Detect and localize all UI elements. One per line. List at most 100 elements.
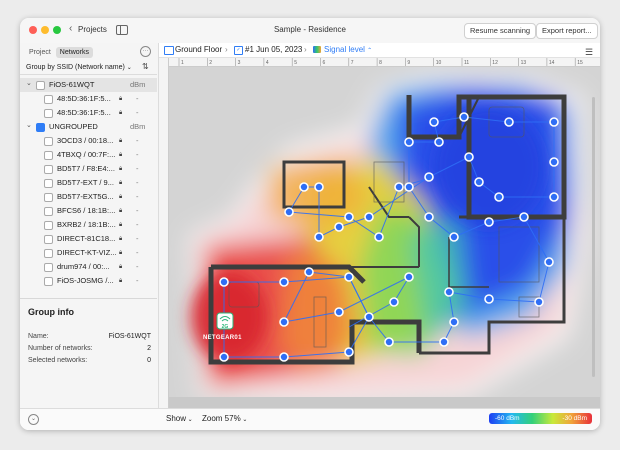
network-checkbox[interactable] bbox=[44, 179, 53, 188]
measurement-point[interactable] bbox=[344, 347, 354, 357]
network-group-row[interactable]: ⌄ UNGROUPED dBm bbox=[20, 120, 157, 134]
sort-icon[interactable]: ⇅ bbox=[142, 62, 149, 71]
measurement-point[interactable] bbox=[284, 207, 294, 217]
measurement-point[interactable] bbox=[344, 212, 354, 222]
network-row[interactable]: BXRB2 / 18:1B:... 🔒︎ - bbox=[20, 218, 157, 232]
measurement-point[interactable] bbox=[549, 192, 559, 202]
network-row[interactable]: 48:5D:36:1F:5... 🔒︎ - bbox=[20, 106, 157, 120]
measurement-point[interactable] bbox=[429, 117, 439, 127]
measurement-point[interactable] bbox=[404, 272, 414, 282]
measurement-point[interactable] bbox=[424, 212, 434, 222]
network-checkbox[interactable] bbox=[44, 95, 53, 104]
show-menu[interactable]: Show ⌄ bbox=[166, 414, 193, 423]
measurement-point[interactable] bbox=[484, 294, 494, 304]
settings-sliders-icon[interactable]: ☰ bbox=[585, 45, 593, 59]
ruler-tick-label: 1 bbox=[181, 60, 184, 66]
network-checkbox[interactable] bbox=[44, 249, 53, 258]
measurement-point[interactable] bbox=[374, 232, 384, 242]
measurement-point[interactable] bbox=[434, 137, 444, 147]
network-row[interactable]: DIRECT-81C18... 🔒︎ - bbox=[20, 232, 157, 246]
network-row[interactable]: BD5T7 / F8:E4:... 🔒︎ - bbox=[20, 162, 157, 176]
measurement-point[interactable] bbox=[384, 337, 394, 347]
lock-icon: 🔒︎ bbox=[119, 264, 123, 270]
network-checkbox[interactable] bbox=[44, 221, 53, 230]
network-checkbox[interactable] bbox=[44, 207, 53, 216]
network-checkbox[interactable] bbox=[44, 137, 53, 146]
measurement-point[interactable] bbox=[279, 277, 289, 287]
network-row[interactable]: DIRECT-KT-VIZ... 🔒︎ - bbox=[20, 246, 157, 260]
measurement-point[interactable] bbox=[449, 317, 459, 327]
export-report-button[interactable]: Export report... bbox=[536, 23, 598, 39]
resume-scanning-button[interactable]: Resume scanning bbox=[464, 23, 537, 39]
measurement-point[interactable] bbox=[314, 182, 324, 192]
measurement-point[interactable] bbox=[449, 232, 459, 242]
network-group-row[interactable]: ⌄ FiOS-61WQT dBm bbox=[20, 78, 157, 92]
scrollbar-vertical[interactable] bbox=[592, 97, 595, 377]
measurement-point[interactable] bbox=[394, 182, 404, 192]
measurement-point[interactable] bbox=[304, 267, 314, 277]
segment-project[interactable]: Project bbox=[25, 47, 55, 58]
measurement-point[interactable] bbox=[504, 117, 514, 127]
measurement-point[interactable] bbox=[404, 137, 414, 147]
measurement-point[interactable] bbox=[494, 192, 504, 202]
measurement-point[interactable] bbox=[334, 307, 344, 317]
network-row[interactable]: 48:5D:36:1F:5... 🔒︎ - bbox=[20, 92, 157, 106]
measurement-point[interactable] bbox=[364, 212, 374, 222]
measurement-point[interactable] bbox=[314, 232, 324, 242]
measurement-point[interactable] bbox=[474, 177, 484, 187]
measurement-point[interactable] bbox=[404, 182, 414, 192]
zoom-menu[interactable]: Zoom 57% ⌄ bbox=[202, 414, 247, 423]
measurement-point[interactable] bbox=[299, 182, 309, 192]
measurement-point[interactable] bbox=[484, 217, 494, 227]
measurement-point[interactable] bbox=[279, 352, 289, 362]
network-row[interactable]: drum974 / 00:... 🔒︎ - bbox=[20, 260, 157, 274]
measurement-point[interactable] bbox=[534, 297, 544, 307]
measurement-point[interactable] bbox=[519, 212, 529, 222]
disclosure-chevron-icon[interactable]: ⌄ bbox=[26, 119, 32, 133]
group-checkbox[interactable] bbox=[36, 81, 45, 90]
group-info-panel: Group info Name: FiOS-61WQT Number of ne… bbox=[20, 298, 157, 414]
survey-selector[interactable]: #1 Jun 05, 2023 bbox=[245, 43, 302, 57]
network-name: DIRECT-KT-VIZ... bbox=[57, 248, 117, 257]
segment-networks[interactable]: Networks bbox=[55, 47, 93, 58]
network-checkbox[interactable] bbox=[44, 193, 53, 202]
measurement-point[interactable] bbox=[334, 222, 344, 232]
measurement-point[interactable] bbox=[544, 257, 554, 267]
measurement-point[interactable] bbox=[549, 117, 559, 127]
heatmap-canvas[interactable]: 2G NETGEAR01 bbox=[169, 67, 600, 408]
ruler-tick-label: 14 bbox=[549, 60, 555, 66]
network-checkbox[interactable] bbox=[44, 277, 53, 286]
chevron-right-icon: › bbox=[304, 45, 307, 54]
chevron-down-icon: ⌄ bbox=[240, 417, 248, 423]
network-checkbox[interactable] bbox=[44, 151, 53, 160]
network-checkbox[interactable] bbox=[44, 235, 53, 244]
network-row[interactable]: 3OCD3 / 00:18... 🔒︎ - bbox=[20, 134, 157, 148]
measurement-point[interactable] bbox=[219, 352, 229, 362]
floor-selector[interactable]: Ground Floor bbox=[175, 43, 222, 57]
network-checkbox[interactable] bbox=[44, 109, 53, 118]
network-row[interactable]: BD5T7-EXT / 9... 🔒︎ - bbox=[20, 176, 157, 190]
network-checkbox[interactable] bbox=[44, 165, 53, 174]
add-circle-icon[interactable]: ⌄ bbox=[28, 414, 39, 425]
group-checkbox[interactable] bbox=[36, 123, 45, 132]
network-checkbox[interactable] bbox=[44, 263, 53, 272]
measurement-point[interactable] bbox=[439, 337, 449, 347]
more-options-icon[interactable]: ··· bbox=[140, 46, 151, 57]
network-row[interactable]: BD5T7-EXT5G... 🔒︎ - bbox=[20, 190, 157, 204]
network-row[interactable]: BFCS6 / 18:1B:... 🔒︎ - bbox=[20, 204, 157, 218]
measurement-point[interactable] bbox=[389, 297, 399, 307]
network-row[interactable]: FiOS-JOSMG /... 🔒︎ - bbox=[20, 274, 157, 288]
measurement-point[interactable] bbox=[459, 112, 469, 122]
visualization-selector[interactable]: Signal level ⌃ bbox=[324, 43, 372, 58]
measurement-point[interactable] bbox=[424, 172, 434, 182]
measurement-point[interactable] bbox=[344, 272, 354, 282]
measurement-point[interactable] bbox=[364, 312, 374, 322]
measurement-point[interactable] bbox=[219, 277, 229, 287]
measurement-point[interactable] bbox=[444, 287, 454, 297]
measurement-point[interactable] bbox=[279, 317, 289, 327]
measurement-point[interactable] bbox=[464, 152, 474, 162]
measurement-point[interactable] bbox=[549, 157, 559, 167]
group-by-select[interactable]: Group by SSID (Network name) ⌄ bbox=[26, 63, 132, 73]
disclosure-chevron-icon[interactable]: ⌄ bbox=[26, 77, 32, 91]
network-row[interactable]: 4TBXQ / 00:7F:... 🔒︎ - bbox=[20, 148, 157, 162]
